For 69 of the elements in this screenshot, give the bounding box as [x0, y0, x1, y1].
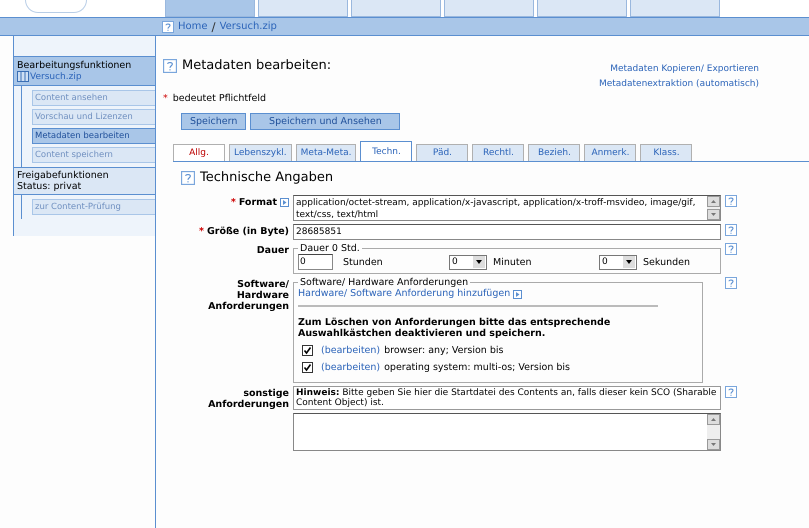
breadcrumb-link[interactable]: Versuch.zip — [220, 21, 277, 32]
tab[interactable]: Lebenszykl. — [229, 144, 292, 161]
help-icon[interactable] — [725, 195, 737, 207]
required-mark: * — [199, 226, 204, 237]
group-legend: Dauer 0 Std. — [298, 243, 362, 254]
field-label: Software/ Hardware Anforderungen — [207, 279, 289, 312]
tab[interactable]: Meta-Meta. — [296, 144, 356, 161]
help-icon[interactable] — [163, 58, 177, 72]
tab[interactable]: Anmerk. — [584, 144, 636, 161]
help-icon[interactable] — [181, 170, 195, 184]
scrollbar[interactable] — [707, 196, 720, 220]
help-icon[interactable] — [162, 20, 174, 32]
scrollbar[interactable] — [707, 414, 720, 450]
expand-icon[interactable] — [280, 198, 289, 207]
required-mark: * — [163, 93, 168, 104]
field-label: Format — [238, 197, 277, 208]
hint-text: Hinweis: Bitte geben Sie hier die Startdatei des Contents an, falls dieser kein SCO (Sharable Content Object) ist. — [293, 386, 721, 410]
section-heading: Technische Angaben — [200, 170, 334, 185]
text-area[interactable] — [293, 413, 721, 451]
unit-label: Minuten — [493, 256, 532, 268]
help-icon[interactable] — [725, 277, 737, 289]
group-legend: Software/ Hardware Anforderungen — [298, 277, 470, 288]
field-label: sonstige Anforderungen — [207, 388, 289, 410]
expand-icon[interactable] — [513, 290, 522, 298]
file-link[interactable]: Versuch.zip — [30, 72, 82, 82]
checkbox[interactable] — [302, 362, 313, 373]
section-title: Freigabefunktionen — [17, 170, 110, 181]
scroll-down-icon[interactable] — [707, 209, 720, 220]
add-link[interactable]: Hardware/ Software Anforderung hinzufügen — [298, 288, 510, 299]
size-field[interactable]: 28685851 — [293, 224, 721, 240]
help-icon[interactable] — [725, 386, 737, 398]
logo-drawing — [25, 0, 87, 13]
requirement-text: browser: any; Version bis — [384, 345, 504, 356]
unit-label: Sekunden — [643, 256, 690, 268]
tab[interactable]: Rechtl. — [472, 144, 524, 161]
scroll-up-icon[interactable] — [707, 414, 720, 425]
checkbox[interactable] — [302, 345, 313, 356]
edit-link[interactable]: (bearbeiten) — [321, 362, 380, 373]
tab[interactable]: Techn. — [360, 141, 412, 161]
scroll-up-icon[interactable] — [707, 196, 720, 207]
page-title: Metadaten bearbeiten: — [182, 58, 332, 73]
required-note: bedeutet Pflichtfeld — [172, 93, 266, 104]
breadcrumb-link[interactable]: Home — [178, 21, 208, 32]
format-field[interactable]: application/octet-stream, application/x-javascript, application/x-troff-msvideo, image/gif, text/css, text/html — [293, 195, 721, 221]
edit-link[interactable]: (bearbeiten) — [321, 345, 380, 356]
breadcrumb-separator: / — [212, 20, 216, 34]
sidebar-item[interactable]: Metadaten bearbeiten — [32, 128, 155, 144]
field-label: Größe (in Byte) — [206, 226, 289, 237]
tab[interactable]: Klass. — [640, 144, 692, 161]
action-link[interactable]: Metadatenextraktion (automatisch) — [598, 79, 759, 89]
unit-label: Stunden — [343, 256, 384, 268]
instruction-text: Zum Löschen von Anforderungen bitte das entsprechende Auswahlkästchen deaktivieren und speichern. — [298, 317, 612, 339]
hours-field[interactable]: 0 — [298, 254, 333, 270]
field-label: Dauer — [256, 245, 289, 256]
seconds-dropdown[interactable]: 0 — [599, 254, 637, 270]
save-button[interactable]: Speichern — [181, 113, 246, 130]
required-mark: * — [230, 197, 236, 208]
requirement-text: operating system: multi-os; Version bis — [384, 362, 570, 373]
help-icon[interactable] — [725, 243, 737, 255]
save-button[interactable]: Speichern und Ansehen — [250, 113, 400, 130]
scroll-down-icon[interactable] — [707, 439, 720, 450]
status-text: Status: privat — [17, 181, 82, 192]
help-icon[interactable] — [725, 224, 737, 236]
minutes-dropdown[interactable]: 0 — [449, 254, 487, 270]
tab[interactable]: Allg. — [173, 144, 225, 161]
tab[interactable]: Bezieh. — [528, 144, 580, 161]
section-title: Bearbeitungsfunktionen — [17, 60, 132, 71]
tab[interactable]: Päd. — [416, 144, 468, 161]
action-link[interactable]: Metadaten Kopieren/ Exportieren — [610, 64, 759, 74]
